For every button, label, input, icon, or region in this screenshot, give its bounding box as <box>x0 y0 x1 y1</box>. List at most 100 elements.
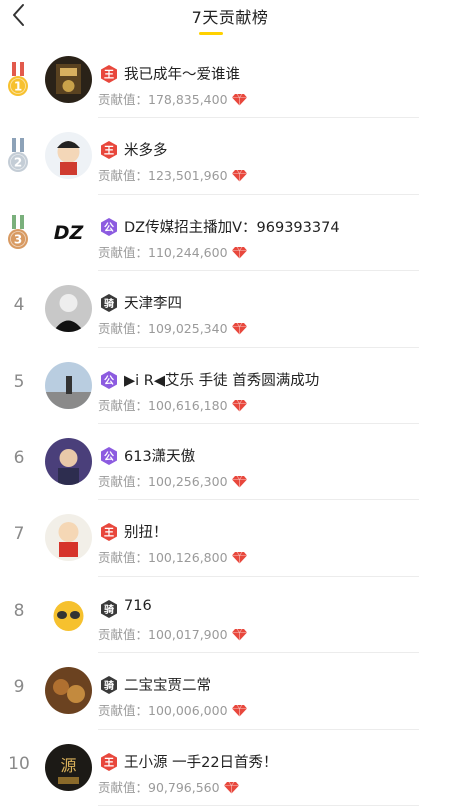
user-name[interactable]: 天津李四 <box>124 292 182 313</box>
contribution-value: 贡献值：100,017,900 <box>98 624 247 643</box>
level-badge-wang-icon: 王 <box>99 752 119 772</box>
user-name[interactable]: 米多多 <box>124 139 168 160</box>
contribution-label: 贡献值： <box>98 626 149 642</box>
rank-number: 5 <box>13 371 25 392</box>
diamond-icon <box>231 551 247 564</box>
contribution-amount: 100,017,900 <box>148 626 228 642</box>
avatar[interactable] <box>45 514 92 562</box>
user-name[interactable]: 716 <box>124 598 152 614</box>
silver-medal-icon: 2 <box>7 138 29 174</box>
rank-row[interactable]: 6 公 613潇天傲贡献值：100,256,300 <box>0 424 460 501</box>
contribution-value: 贡献值：90,796,560 <box>98 777 239 796</box>
level-badge-wang-icon: 王 <box>99 522 119 542</box>
user-name[interactable]: DZ传媒招主播加V：969393374 <box>124 216 340 237</box>
header: 7天贡献榜 <box>0 0 460 44</box>
diamond-icon <box>231 322 247 335</box>
user-name[interactable]: 我已成年～爱谁谁 <box>124 63 240 84</box>
svg-text:王: 王 <box>104 757 114 769</box>
rank-row[interactable]: 4 骑天津李四贡献值：109,025,340 <box>0 271 460 348</box>
svg-text:骑: 骑 <box>104 603 114 616</box>
rank-number: 9 <box>13 677 25 698</box>
level-badge-gong-icon: 公 <box>99 446 119 466</box>
contribution-label: 贡献值： <box>98 244 149 260</box>
gold-medal-icon: 1 <box>7 62 29 98</box>
rank-row[interactable]: 2 王米多多贡献值：123,501,960 <box>0 118 460 195</box>
diamond-icon <box>231 628 247 641</box>
contribution-label: 贡献值： <box>98 473 149 489</box>
diamond-icon <box>231 93 247 106</box>
avatar[interactable] <box>45 132 92 180</box>
rank-row[interactable]: 9 骑二宝宝贾二常贡献值：100,006,000 <box>0 653 460 730</box>
rank-number: 7 <box>13 524 25 545</box>
ranking-list: 1 王我已成年～爱谁谁 贡献值：178,835,400 2 王米多多 贡献值：123,50… <box>0 42 460 806</box>
svg-text:公: 公 <box>104 375 114 387</box>
avatar[interactable] <box>45 361 92 409</box>
rank-row[interactable]: 7 王别扭！ 贡献值：100,126,800 <box>0 500 460 577</box>
svg-text:公: 公 <box>104 222 114 234</box>
svg-text:王: 王 <box>104 527 114 539</box>
row-divider <box>98 804 419 806</box>
contribution-amount: 109,025,340 <box>148 321 228 337</box>
diamond-icon <box>223 781 239 794</box>
contribution-amount: 123,501,960 <box>148 168 228 184</box>
rank-number: 6 <box>13 447 25 468</box>
contribution-value: 贡献值：100,126,800 <box>98 547 247 566</box>
rank-number: 8 <box>13 600 25 621</box>
rank-number: 4 <box>13 295 25 316</box>
level-badge-qi-icon: 骑 <box>99 599 119 619</box>
title-underline <box>199 32 223 35</box>
avatar[interactable] <box>45 667 92 715</box>
user-name[interactable]: 613潇天傲 <box>124 445 195 466</box>
svg-text:王: 王 <box>104 69 114 81</box>
rank-row[interactable]: 1 王我已成年～爱谁谁贡献值：178,835,400 <box>0 42 460 119</box>
avatar[interactable] <box>45 285 92 333</box>
contribution-label: 贡献值： <box>98 92 149 107</box>
avatar[interactable]: 源 <box>45 743 92 791</box>
rank-row[interactable]: 8 骑 716 贡献值：100,017,900 <box>0 577 460 654</box>
diamond-icon <box>231 399 247 412</box>
level-badge-qi-icon: 骑 <box>99 675 119 695</box>
contribution-label: 贡献值： <box>98 321 149 337</box>
contribution-amount: 90,796,560 <box>148 779 220 795</box>
bronze-medal-icon: 3 <box>7 214 29 251</box>
svg-text:骑: 骑 <box>104 679 114 692</box>
diamond-icon <box>231 704 247 717</box>
rank-row[interactable]: 3 DZ 公 DZ传媒招主播加V：969393374 贡献值：110,244,600 <box>0 195 460 272</box>
contribution-value: 贡献值：100,616,180 <box>98 395 247 414</box>
avatar[interactable] <box>45 56 92 103</box>
contribution-label: 贡献值： <box>98 397 149 413</box>
diamond-icon <box>231 475 247 488</box>
page-title: 7天贡献榜 <box>191 8 269 27</box>
svg-text:3: 3 <box>14 232 22 246</box>
contribution-value: 贡献值：109,025,340 <box>98 318 247 337</box>
contribution-label: 贡献值： <box>98 703 149 719</box>
contribution-value: 贡献值：123,501,960 <box>98 165 247 184</box>
contribution-amount: 100,006,000 <box>148 703 228 719</box>
level-badge-gong-icon: 公 <box>99 370 119 390</box>
svg-text:1: 1 <box>14 80 22 94</box>
user-name[interactable]: 二宝宝贾二常 <box>124 674 211 695</box>
level-badge-qi-icon: 骑 <box>99 293 119 313</box>
rank-row[interactable]: 10 源 王王小源 一手22日首秀！ 贡献值：90,796,560 <box>0 730 460 806</box>
svg-text:王: 王 <box>104 145 114 157</box>
contribution-label: 贡献值： <box>98 550 149 566</box>
contribution-value: 贡献值：100,006,000 <box>98 700 247 719</box>
contribution-amount: 100,126,800 <box>148 550 228 566</box>
svg-text:源: 源 <box>60 756 76 775</box>
user-name[interactable]: 王小源 一手22日首秀！ <box>124 751 278 772</box>
contribution-amount: 100,616,180 <box>148 397 228 413</box>
contribution-value: 贡献值：178,835,400 <box>98 89 247 108</box>
user-name[interactable]: ▶i R◀艾乐 手徒 首秀圆满成功 <box>124 369 319 390</box>
svg-text:骑: 骑 <box>104 297 114 310</box>
contribution-amount: 100,256,300 <box>148 473 228 489</box>
avatar[interactable]: DZ <box>45 208 92 256</box>
avatar[interactable] <box>45 590 92 638</box>
svg-text:DZ: DZ <box>54 222 85 244</box>
contribution-label: 贡献值： <box>98 779 149 795</box>
diamond-icon <box>231 169 247 182</box>
rank-row[interactable]: 5 公 ▶i R◀艾乐 手徒 首秀圆满成功贡献值：100,616,180 <box>0 348 460 424</box>
avatar[interactable] <box>45 437 92 485</box>
svg-text:公: 公 <box>104 451 114 463</box>
user-name[interactable]: 别扭！ <box>124 521 168 542</box>
rank-number: 10 <box>8 753 30 774</box>
